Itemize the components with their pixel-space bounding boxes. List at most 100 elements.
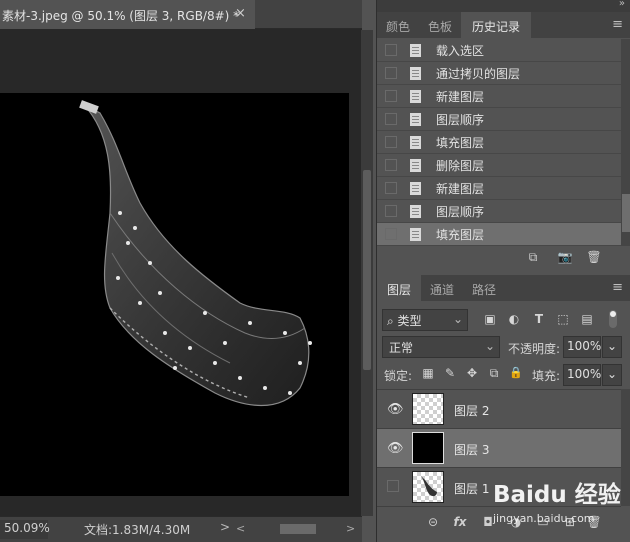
watermark-brand: Baidu 经验 — [493, 482, 621, 508]
adjustment-filter-icon[interactable]: ◐ — [506, 312, 522, 328]
watermark-url: jingyan.baidu.com — [493, 512, 595, 525]
history-item[interactable]: 通过拷贝的图层 — [377, 62, 621, 85]
lock-fill-row: 锁定: ▦ ✎ ✥ ⧉ 🔒 填充: 100% ⌄ — [377, 362, 630, 388]
scrollbar-thumb[interactable] — [363, 170, 371, 370]
new-document-from-state-icon[interactable]: ⧉ — [525, 250, 541, 266]
history-item-label: 通过拷贝的图层 — [436, 67, 521, 81]
opacity-field[interactable]: 100% — [563, 336, 601, 358]
image-filter-icon[interactable]: ▣ — [482, 312, 498, 328]
panel-menu-icon[interactable]: ≡ — [612, 17, 623, 32]
history-brush-source-checkbox[interactable] — [385, 44, 397, 56]
layer-filter-row: ⌕ 类型 ⌄ ▣ ◐ T ⬚ ▤ — [377, 307, 630, 333]
canvas-vertical-scrollbar[interactable] — [361, 30, 373, 516]
panel-dock: » 颜色 色板 历史记录 ≡ 载入选区 通过拷贝的图层 新建图层 图层顺序 填充… — [376, 0, 630, 542]
history-item[interactable]: 新建图层 — [377, 177, 621, 200]
lock-all-icon[interactable]: 🔒 — [508, 366, 524, 382]
history-item-selected[interactable]: 填充图层 — [377, 223, 621, 246]
tab-paths[interactable]: 路径 — [463, 275, 505, 301]
lock-artboard-icon[interactable]: ⧉ — [486, 366, 502, 382]
chevron-down-icon: ⌄ — [452, 312, 463, 326]
scroll-right-icon[interactable]: > — [346, 522, 355, 535]
layer-kind-filter-select[interactable]: ⌕ 类型 ⌄ — [382, 309, 468, 331]
eye-icon[interactable]: 👁 — [387, 441, 404, 456]
history-item[interactable]: 图层顺序 — [377, 108, 621, 131]
history-list: 载入选区 通过拷贝的图层 新建图层 图层顺序 填充图层 删除图层 新建图层 图层… — [377, 39, 621, 246]
blend-mode-select[interactable]: 正常 ⌄ — [382, 336, 500, 358]
layer-name: 图层 2 — [454, 404, 490, 418]
layer-row-selected[interactable]: 👁 图层 3 — [377, 429, 621, 468]
eye-icon[interactable]: 👁 — [387, 402, 404, 417]
history-state-icon — [410, 113, 421, 126]
trash-icon[interactable]: 🗑 — [586, 250, 602, 266]
history-brush-source-checkbox[interactable] — [385, 205, 397, 217]
panel-menu-icon[interactable]: ≡ — [612, 280, 623, 295]
layer-thumbnail — [412, 432, 444, 464]
history-state-icon — [410, 90, 421, 103]
tab-channels[interactable]: 通道 — [421, 275, 463, 301]
collapse-panels-icon[interactable]: » — [619, 0, 625, 9]
close-tab-icon[interactable]: × — [235, 6, 246, 21]
history-item[interactable]: 填充图层 — [377, 131, 621, 154]
tab-label: 颜色 — [385, 20, 410, 34]
tab-layers[interactable]: 图层 — [377, 275, 421, 301]
camera-snapshot-icon[interactable]: 📷 — [557, 250, 573, 266]
history-brush-source-checkbox[interactable] — [385, 136, 397, 148]
zoom-level-field[interactable]: 50.09% — [0, 520, 50, 539]
canvas-area[interactable] — [0, 30, 349, 516]
history-item[interactable]: 删除图层 — [377, 154, 621, 177]
scroll-left-icon[interactable]: < — [236, 522, 245, 535]
status-menu-arrow-icon[interactable]: > — [220, 520, 230, 534]
fill-dropdown[interactable]: ⌄ — [602, 364, 622, 386]
veil-body — [83, 104, 310, 406]
tab-history[interactable]: 历史记录 — [461, 12, 531, 38]
link-layers-icon[interactable]: ⊝ — [424, 515, 442, 531]
status-bar: 50.09% 文档:1.83M/4.30M > < > — [0, 516, 362, 542]
layer-name: 图层 1 — [454, 482, 490, 496]
fill-field[interactable]: 100% — [563, 364, 601, 386]
layer-name: 图层 3 — [454, 443, 490, 457]
visibility-toggle-empty[interactable] — [387, 480, 399, 492]
shape-filter-icon[interactable]: ⬚ — [555, 312, 571, 328]
filter-toggle-switch[interactable] — [609, 310, 617, 328]
history-brush-source-checkbox[interactable] — [385, 228, 397, 240]
document-size-info[interactable]: 文档:1.83M/4.30M — [84, 521, 190, 538]
lock-transparent-pixels-icon[interactable]: ▦ — [420, 366, 436, 382]
tab-label: 色板 — [427, 20, 452, 34]
history-panel-tabbar: 颜色 色板 历史记录 ≡ — [377, 12, 630, 38]
history-item[interactable]: 载入选区 — [377, 39, 621, 62]
blend-opacity-row: 正常 ⌄ 不透明度: 100% ⌄ — [377, 334, 630, 360]
history-brush-source-checkbox[interactable] — [385, 67, 397, 79]
lock-image-pixels-icon[interactable]: ✎ — [442, 366, 458, 382]
history-scrollbar[interactable] — [621, 39, 630, 246]
history-brush-source-checkbox[interactable] — [385, 182, 397, 194]
fill-label: 填充: — [532, 369, 561, 383]
document-tab[interactable]: 素材-3.jpeg @ 50.1% (图层 3, RGB/8#) * — [0, 0, 255, 29]
history-brush-source-checkbox[interactable] — [385, 159, 397, 171]
lock-position-icon[interactable]: ✥ — [464, 366, 480, 382]
fx-icon[interactable]: fx — [451, 515, 469, 531]
history-item-label: 图层顺序 — [436, 113, 485, 127]
smart-object-filter-icon[interactable]: ▤ — [579, 312, 595, 328]
history-brush-source-checkbox[interactable] — [385, 90, 397, 102]
layers-panel-tabbar: 图层 通道 路径 ≡ — [377, 275, 630, 301]
kind-filter-value: 类型 — [397, 314, 422, 328]
layer-thumbnail — [412, 471, 444, 503]
image-canvas[interactable] — [0, 93, 349, 496]
tab-swatches[interactable]: 色板 — [419, 12, 461, 38]
history-item-label: 图层顺序 — [436, 205, 485, 219]
history-item-label: 删除图层 — [436, 159, 485, 173]
history-item[interactable]: 图层顺序 — [377, 200, 621, 223]
history-footer: ⧉ 📷 🗑 — [377, 247, 630, 269]
scrollbar-thumb[interactable] — [280, 524, 316, 534]
history-item[interactable]: 新建图层 — [377, 85, 621, 108]
canvas-horizontal-scrollbar[interactable]: < > — [234, 522, 356, 536]
scrollbar-thumb[interactable] — [622, 194, 630, 232]
opacity-dropdown[interactable]: ⌄ — [602, 336, 622, 358]
type-filter-icon[interactable]: T — [531, 312, 547, 328]
blend-mode-value: 正常 — [389, 341, 414, 355]
panel-collapse-bar[interactable]: » — [377, 0, 630, 12]
layer-row[interactable]: 👁 图层 2 — [377, 390, 621, 429]
history-brush-source-checkbox[interactable] — [385, 113, 397, 125]
history-item-label: 载入选区 — [436, 44, 485, 58]
tab-color[interactable]: 颜色 — [377, 12, 419, 38]
